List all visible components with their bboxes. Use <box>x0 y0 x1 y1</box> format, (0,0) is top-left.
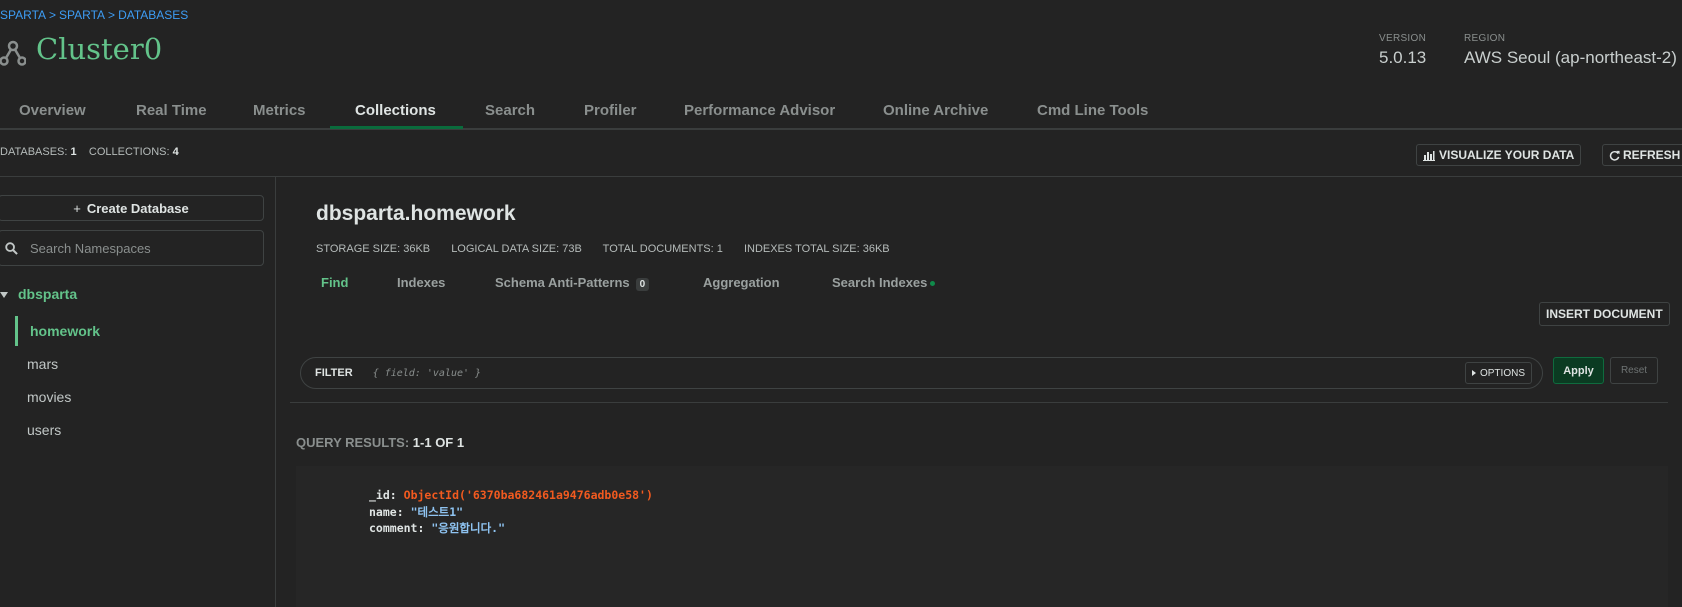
options-label: OPTIONS <box>1479 367 1525 379</box>
subtab-search-indexes[interactable]: Search Indexes <box>832 275 936 290</box>
create-database-button[interactable]: + Create Database <box>0 195 264 221</box>
breadcrumb: SPARTA > SPARTA > DATABASES <box>0 8 188 22</box>
databases-count: 1 <box>70 146 77 158</box>
active-tab-indicator <box>330 126 463 129</box>
sidebar-collection-users[interactable]: users <box>27 422 61 438</box>
breadcrumb-org[interactable]: SPARTA <box>0 8 46 22</box>
total-documents: TOTAL DOCUMENTS: 1 <box>602 243 723 255</box>
field-key: comment: <box>369 521 425 535</box>
sidebar-collection-homework[interactable]: homework <box>30 323 100 339</box>
query-results-label: QUERY RESULTS: <box>296 435 410 450</box>
insert-document-button[interactable]: INSERT DOCUMENT <box>1539 302 1670 326</box>
tab-profiler[interactable]: Profiler <box>584 102 637 119</box>
document-field-id: _id: ObjectId('6370ba682461a9476adb0e58'… <box>369 488 653 502</box>
cluster-tabs: Overview Real Time Metrics Collections S… <box>0 96 1682 130</box>
tab-cmd-line-tools[interactable]: Cmd Line Tools <box>1037 102 1148 119</box>
visualize-data-button[interactable]: VISUALIZE YOUR DATA <box>1416 144 1582 166</box>
search-indexes-label: Search Indexes <box>832 275 928 290</box>
caret-down-icon <box>0 292 8 299</box>
collection-stats: STORAGE SIZE: 36KB LOGICAL DATA SIZE: 73… <box>316 243 908 255</box>
plus-icon: + <box>73 200 81 216</box>
version-value: 5.0.13 <box>1379 48 1427 67</box>
logical-data-size: LOGICAL DATA SIZE: 73B <box>451 243 582 255</box>
databases-count-label: DATABASES: <box>0 146 68 158</box>
subtab-aggregation[interactable]: Aggregation <box>703 275 780 290</box>
tab-metrics[interactable]: Metrics <box>253 102 306 119</box>
field-key: name: <box>369 505 404 519</box>
search-namespaces-field <box>0 230 264 266</box>
breadcrumb-databases[interactable]: DATABASES <box>118 8 188 22</box>
sidebar-collection-mars[interactable]: mars <box>27 356 58 372</box>
field-value: "응원합니다." <box>431 521 505 535</box>
field-value: "테스트1" <box>410 505 464 519</box>
options-button[interactable]: OPTIONS <box>1464 362 1532 384</box>
sidebar-database-dbsparta[interactable]: dbsparta <box>0 286 77 302</box>
refresh-button[interactable]: REFRESH <box>1602 144 1682 166</box>
namespace-title: dbsparta.homework <box>316 202 516 225</box>
refresh-icon <box>1609 150 1620 161</box>
tab-search[interactable]: Search <box>485 102 535 119</box>
visualize-data-label: VISUALIZE YOUR DATA <box>1439 148 1575 162</box>
apply-button[interactable]: Apply <box>1553 357 1604 384</box>
collections-count-label: COLLECTIONS: <box>88 146 170 158</box>
version-label: VERSION <box>1379 33 1427 44</box>
region-label: REGION <box>1464 33 1506 44</box>
cluster-icon <box>0 40 26 66</box>
refresh-label: REFRESH <box>1623 148 1681 162</box>
create-database-label: Create Database <box>86 200 189 216</box>
reset-button[interactable]: Reset <box>1610 357 1658 384</box>
query-results-range: 1-1 OF 1 <box>412 435 465 450</box>
database-counts: DATABASES: 1 COLLECTIONS: 4 <box>0 146 179 158</box>
status-dot-icon <box>930 281 936 287</box>
tab-collections[interactable]: Collections <box>355 102 436 119</box>
indexes-total-size: INDEXES TOTAL SIZE: 36KB <box>743 243 890 255</box>
subtab-find[interactable]: Find <box>321 275 348 290</box>
header-divider <box>0 176 1682 177</box>
collections-count: 4 <box>172 146 179 158</box>
database-name: dbsparta <box>18 286 78 302</box>
search-icon <box>5 241 18 255</box>
filter-label: FILTER <box>315 367 353 379</box>
document-field-name: name: "테스트1" <box>369 504 463 520</box>
tab-online-archive[interactable]: Online Archive <box>883 102 988 119</box>
active-collection-indicator <box>15 316 18 346</box>
document-card[interactable]: _id: ObjectId('6370ba682461a9476adb0e58'… <box>296 466 1668 607</box>
breadcrumb-separator: > <box>49 8 57 22</box>
breadcrumb-separator: > <box>108 8 116 22</box>
caret-right-icon <box>1471 370 1476 376</box>
filter-bar: FILTER { field: 'value' } OPTIONS <box>300 357 1543 389</box>
filter-divider <box>290 402 1668 403</box>
bar-chart-icon <box>1423 150 1435 161</box>
subtab-schema-anti-patterns[interactable]: Schema Anti-Patterns 0 <box>495 275 650 291</box>
subtab-indexes[interactable]: Indexes <box>397 275 445 290</box>
tab-overview[interactable]: Overview <box>19 102 86 119</box>
field-value: ObjectId('6370ba682461a9476adb0e58') <box>403 488 653 502</box>
cluster-title: Cluster0 <box>36 32 163 66</box>
tab-performance-advisor[interactable]: Performance Advisor <box>684 102 835 119</box>
filter-input[interactable]: { field: 'value' } <box>373 368 1465 379</box>
breadcrumb-project[interactable]: SPARTA <box>59 8 105 22</box>
document-field-comment: comment: "응원합니다." <box>369 520 505 536</box>
query-results-summary: QUERY RESULTS: 1-1 OF 1 <box>296 435 464 450</box>
field-key: _id: <box>369 488 397 502</box>
sidebar-collection-movies[interactable]: movies <box>27 389 71 405</box>
sidebar-divider <box>275 177 276 607</box>
region-value: AWS Seoul (ap-northeast-2) <box>1464 48 1677 67</box>
tab-real-time[interactable]: Real Time <box>136 102 207 119</box>
search-namespaces-input[interactable] <box>28 239 252 257</box>
schema-anti-patterns-badge: 0 <box>635 278 650 291</box>
schema-anti-patterns-label: Schema Anti-Patterns <box>495 275 630 290</box>
storage-size: STORAGE SIZE: 36KB <box>316 243 431 255</box>
